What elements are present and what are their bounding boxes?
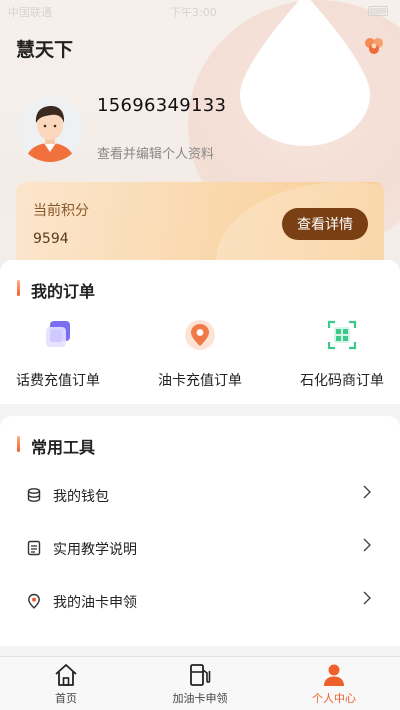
person-icon xyxy=(324,664,344,686)
common-tools-section: 常用工具 我的钱包 实用教学说明 我的油卡申领 xyxy=(0,416,400,646)
app-title: 慧天下 xyxy=(16,39,74,61)
order-item-label: 话费充值订单 xyxy=(16,373,100,389)
bottom-tab-bar: 首页 加油卡申领 个人中心 xyxy=(0,656,400,710)
battery-icon xyxy=(368,6,388,16)
tab-label: 加油卡申领 xyxy=(172,692,228,705)
tool-item-tutorial[interactable]: 实用教学说明 xyxy=(0,529,400,569)
chevron-right-icon xyxy=(363,538,371,552)
tool-item-label: 我的钱包 xyxy=(53,489,109,505)
qr-code-icon xyxy=(327,320,357,350)
my-orders-section: 我的订单 话费充值订单 油卡充值订单 石化码商订单 xyxy=(0,260,400,404)
fuel-card-icon xyxy=(185,320,215,350)
home-icon xyxy=(55,664,77,686)
order-item-fuel-card[interactable]: 油卡充值订单 xyxy=(140,318,260,390)
tab-personal-center[interactable]: 个人中心 xyxy=(274,657,394,710)
avatar[interactable] xyxy=(17,96,83,162)
location-pin-icon xyxy=(28,593,40,609)
carrier-label: 中国联通 xyxy=(8,6,52,19)
tool-item-fuel-card-application[interactable]: 我的油卡申领 xyxy=(0,582,400,622)
order-item-label: 油卡充值订单 xyxy=(158,373,242,389)
document-icon xyxy=(27,540,41,556)
tab-label: 首页 xyxy=(55,692,77,705)
fuel-pump-icon xyxy=(190,664,211,686)
user-avatar-icon xyxy=(17,96,83,162)
edit-profile-link[interactable]: 查看并编辑个人资料 xyxy=(97,143,214,162)
tab-fuel-card-application[interactable]: 加油卡申领 xyxy=(140,657,260,710)
wallet-icon xyxy=(27,488,41,502)
tab-label: 个人中心 xyxy=(312,692,356,705)
chevron-right-icon xyxy=(363,591,371,605)
points-value: 9594 xyxy=(33,231,69,247)
points-label: 当前积分 xyxy=(33,203,89,219)
flower-settings-icon[interactable] xyxy=(363,37,385,55)
user-phone-number: 15696349133 xyxy=(97,95,227,116)
section-title-orders: 我的订单 xyxy=(17,278,95,302)
order-item-phone-recharge[interactable]: 话费充值订单 xyxy=(0,318,118,390)
phone-recharge-icon xyxy=(46,321,70,347)
order-item-qr-merchant[interactable]: 石化码商订单 xyxy=(282,318,400,390)
order-item-label: 石化码商订单 xyxy=(300,373,384,389)
tool-item-label: 我的油卡申领 xyxy=(53,595,137,611)
section-title-tools: 常用工具 xyxy=(17,434,95,458)
tool-item-wallet[interactable]: 我的钱包 xyxy=(0,476,400,516)
view-details-button[interactable]: 查看详情 xyxy=(282,208,368,240)
status-bar: 中国联通 下午3:00 xyxy=(0,0,400,22)
chevron-right-icon xyxy=(363,485,371,499)
clock: 下午3:00 xyxy=(170,6,217,19)
tool-item-label: 实用教学说明 xyxy=(53,542,137,558)
points-card: 当前积分 9594 查看详情 xyxy=(16,182,384,260)
tab-home[interactable]: 首页 xyxy=(6,657,126,710)
